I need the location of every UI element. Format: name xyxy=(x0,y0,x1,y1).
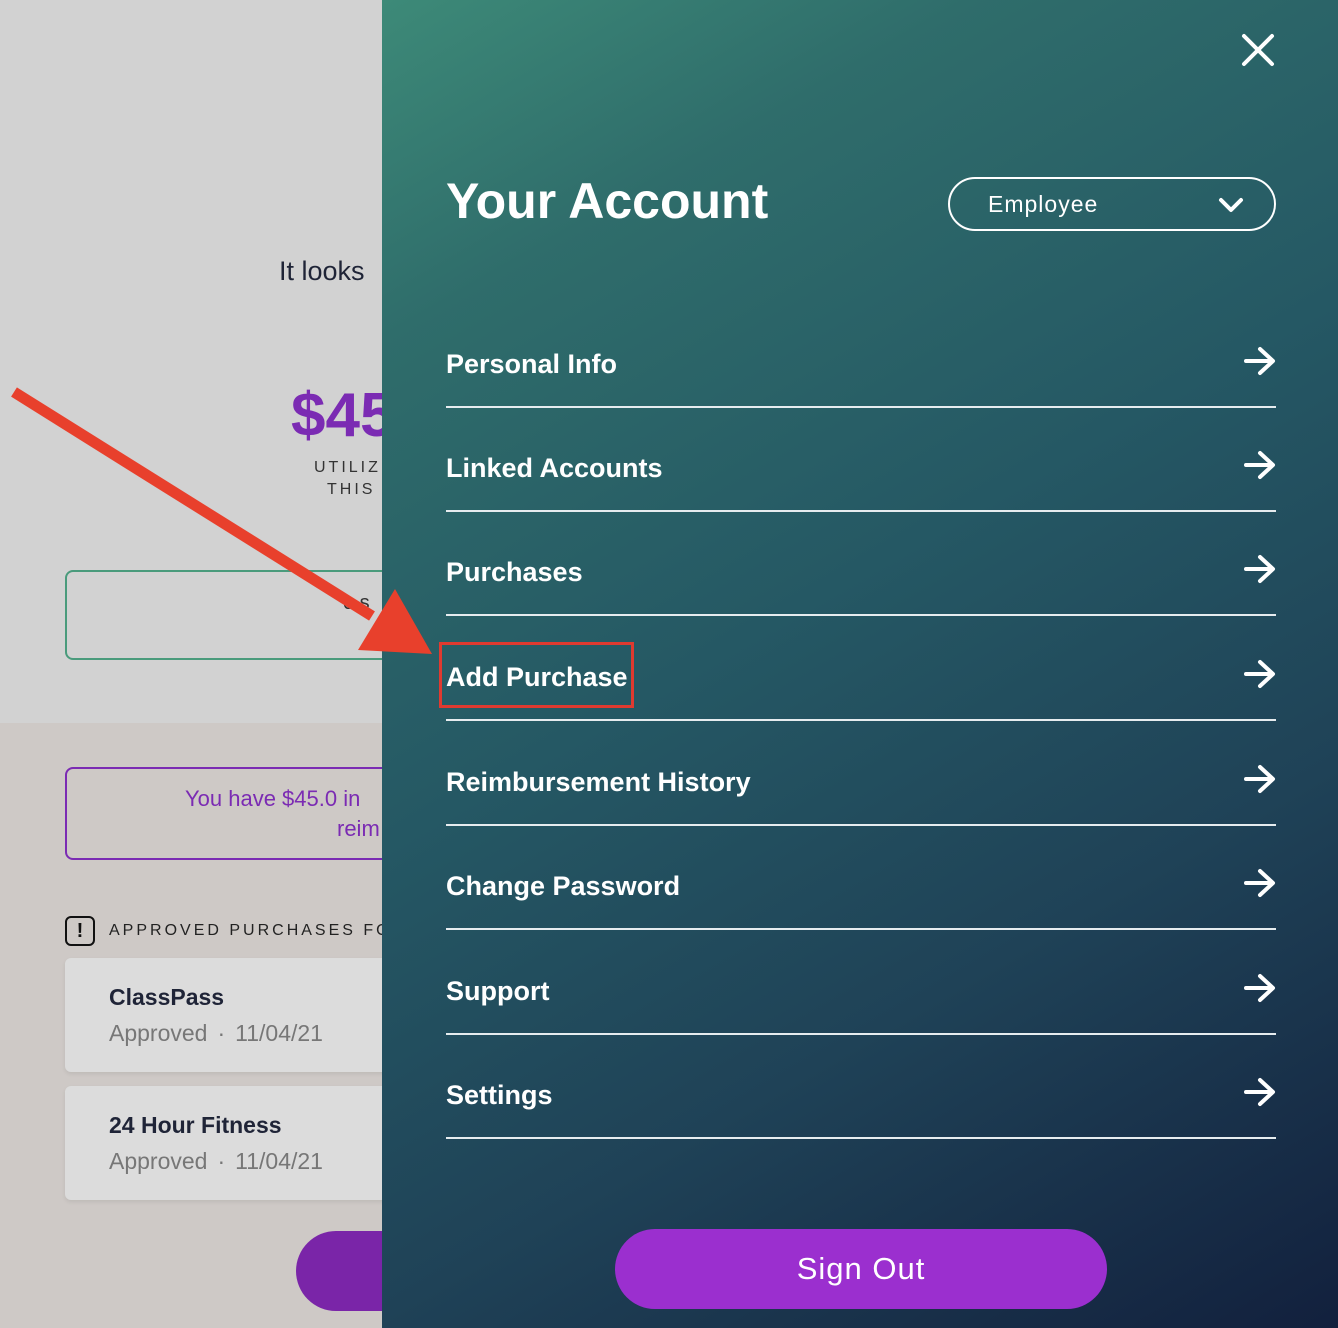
arrow-right-icon xyxy=(1244,347,1275,375)
menu-item-label: Purchases xyxy=(446,557,583,587)
purchase-name: ClassPass xyxy=(109,984,225,1010)
account-drawer: Your Account Employee Personal Info Link… xyxy=(382,0,1338,1328)
role-select-value: Employee xyxy=(988,191,1099,217)
separator-dot: · xyxy=(217,1020,226,1046)
period-label: THIS xyxy=(327,481,376,498)
menu-item-label: Add Purchase xyxy=(446,662,628,692)
arrow-right-icon xyxy=(1244,555,1275,583)
arrow-right-icon xyxy=(1244,660,1275,688)
sign-out-button[interactable]: Sign Out xyxy=(615,1229,1107,1309)
menu-item-linked-accounts[interactable]: Linked Accounts xyxy=(446,408,1276,512)
alert-icon: ! xyxy=(65,916,95,946)
menu-item-reimbursement-history[interactable]: Reimbursement History xyxy=(446,722,1276,826)
separator-dot: · xyxy=(217,1148,226,1174)
purchase-status-line: Approved · 11/04/21 xyxy=(109,1148,323,1175)
arrow-right-icon xyxy=(1244,869,1275,897)
role-select[interactable]: Employee xyxy=(948,177,1276,231)
arrow-right-icon xyxy=(1244,1078,1275,1106)
menu-item-support[interactable]: Support xyxy=(446,931,1276,1035)
purchase-name: 24 Hour Fitness xyxy=(109,1112,282,1138)
menu-item-personal-info[interactable]: Personal Info xyxy=(446,304,1276,408)
outline-button-label: o s xyxy=(343,592,370,614)
menu-item-change-password[interactable]: Change Password xyxy=(446,826,1276,930)
arrow-right-icon xyxy=(1244,974,1275,1002)
approved-purchases-label: APPROVED PURCHASES FOI xyxy=(109,922,400,939)
menu-item-label: Linked Accounts xyxy=(446,453,663,483)
menu-item-label: Reimbursement History xyxy=(446,767,751,797)
purchase-status-line: Approved · 11/04/21 xyxy=(109,1020,323,1047)
benefit-amount: $45 xyxy=(291,381,395,450)
arrow-right-icon xyxy=(1244,765,1275,793)
menu-item-label: Settings xyxy=(446,1080,553,1110)
chevron-down-icon xyxy=(1219,198,1243,212)
menu-item-label: Change Password xyxy=(446,871,681,901)
empty-message: It looks xyxy=(279,256,365,286)
purchase-date: 11/04/21 xyxy=(235,1020,323,1046)
menu-item-settings[interactable]: Settings xyxy=(446,1035,1276,1139)
menu-item-add-purchase[interactable]: Add Purchase xyxy=(446,617,1276,721)
purchase-status: Approved xyxy=(109,1148,208,1174)
purchase-status: Approved xyxy=(109,1020,208,1046)
menu-item-purchases[interactable]: Purchases xyxy=(446,512,1276,616)
notice-line-1: You have $45.0 in xyxy=(185,786,361,811)
drawer-title: Your Account xyxy=(446,173,769,229)
notice-line-2: reim xyxy=(337,816,380,841)
purchase-date: 11/04/21 xyxy=(235,1148,323,1174)
utilized-label: UTILIZ xyxy=(314,459,381,476)
arrow-right-icon xyxy=(1244,451,1275,479)
menu-item-label: Personal Info xyxy=(446,349,618,379)
close-icon[interactable] xyxy=(1240,32,1276,68)
menu-item-label: Support xyxy=(446,976,550,1006)
